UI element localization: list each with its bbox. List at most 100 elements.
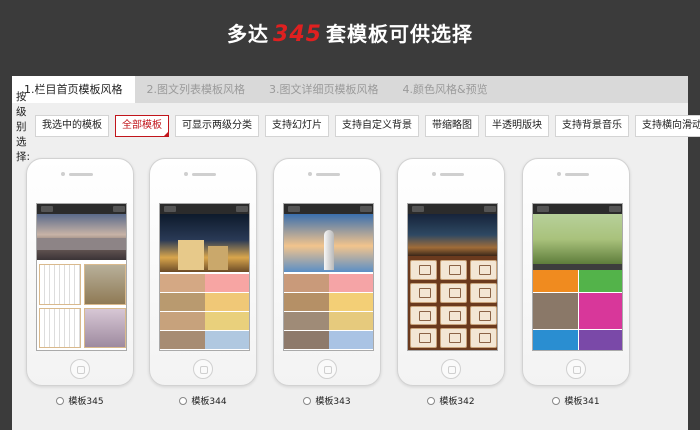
phone-mockup bbox=[273, 158, 381, 386]
filter-custom-bg-button[interactable]: 支持自定义背景 bbox=[335, 115, 420, 137]
preview-tower bbox=[324, 230, 334, 270]
back-icon bbox=[288, 206, 300, 212]
preview-header bbox=[408, 204, 497, 214]
preview-tile-icon bbox=[470, 328, 497, 348]
preview-tile-icon bbox=[440, 260, 467, 280]
preview-floorplan-image bbox=[39, 307, 81, 348]
preview-tile bbox=[533, 270, 578, 292]
home-button-icon bbox=[317, 359, 337, 379]
template-panel: 1.栏目首页模板风格 2.图文列表模板风格 3.图文详细页模板风格 4.颜色风格… bbox=[12, 76, 700, 430]
filter-two-level-button[interactable]: 可显示两级分类 bbox=[175, 115, 260, 137]
preview-row bbox=[284, 293, 373, 311]
preview-row bbox=[284, 274, 373, 292]
camera-icon bbox=[184, 172, 188, 176]
preview-tile bbox=[533, 330, 578, 350]
preview-hero-image bbox=[160, 214, 249, 272]
template-option[interactable]: 模板343 bbox=[273, 394, 381, 407]
preview-hero-image bbox=[408, 214, 497, 256]
filter-label: 按级别选择: bbox=[16, 90, 31, 163]
preview-building bbox=[208, 246, 228, 270]
more-icon bbox=[113, 206, 125, 212]
template-label: 模板345 bbox=[68, 397, 104, 407]
headline-prefix: 多达 bbox=[227, 22, 270, 46]
preview-tile bbox=[579, 270, 622, 292]
filter-my-selected-button[interactable]: 我选中的模板 bbox=[35, 115, 110, 137]
headline: 多达 345 套模板可供选择 bbox=[0, 18, 700, 47]
tab-color[interactable]: 4.颜色风格&预览 bbox=[391, 76, 500, 103]
preview-header bbox=[284, 204, 373, 214]
template-preview bbox=[159, 203, 250, 351]
tab-bar: 1.栏目首页模板风格 2.图文列表模板风格 3.图文详细页模板风格 4.颜色风格… bbox=[12, 76, 688, 103]
back-icon bbox=[537, 206, 549, 212]
more-icon bbox=[236, 206, 248, 212]
filter-all-label: 全部模板 bbox=[122, 120, 163, 131]
camera-icon bbox=[308, 172, 312, 176]
tab-column-home[interactable]: 1.栏目首页模板风格 bbox=[12, 76, 135, 103]
home-button-icon bbox=[566, 359, 586, 379]
template-option[interactable]: 模板344 bbox=[149, 394, 257, 407]
template-label: 模板341 bbox=[564, 397, 600, 407]
preview-tile bbox=[579, 293, 622, 329]
template-preview bbox=[283, 203, 374, 351]
filter-translucent-button[interactable]: 半透明版块 bbox=[485, 115, 550, 137]
radio-icon[interactable] bbox=[56, 396, 65, 405]
more-icon bbox=[360, 206, 372, 212]
phone-mockup bbox=[26, 158, 134, 386]
radio-icon[interactable] bbox=[303, 396, 312, 405]
template-option[interactable]: 模板345 bbox=[26, 394, 134, 407]
filter-slideshow-button[interactable]: 支持幻灯片 bbox=[265, 115, 330, 137]
speaker-icon bbox=[192, 173, 216, 176]
preview-tile-icon bbox=[440, 305, 467, 326]
template-preview bbox=[36, 203, 127, 351]
preview-tile-icon bbox=[410, 282, 437, 303]
preview-row bbox=[160, 312, 249, 330]
camera-icon bbox=[61, 172, 65, 176]
preview-row bbox=[284, 331, 373, 349]
filter-thumbnail-button[interactable]: 带缩略图 bbox=[425, 115, 480, 137]
preview-tiles bbox=[533, 270, 622, 350]
preview-grid bbox=[39, 264, 126, 348]
radio-icon[interactable] bbox=[427, 396, 436, 405]
speaker-icon bbox=[565, 173, 589, 176]
preview-hero-image bbox=[284, 214, 373, 272]
template-label: 模板344 bbox=[191, 397, 227, 407]
preview-room-image bbox=[84, 307, 126, 348]
template-preview bbox=[407, 203, 498, 351]
preview-tile bbox=[533, 293, 578, 329]
template-option[interactable]: 模板341 bbox=[522, 394, 630, 407]
template-label: 模板343 bbox=[315, 397, 351, 407]
camera-icon bbox=[557, 172, 561, 176]
preview-row bbox=[160, 331, 249, 349]
speaker-icon bbox=[316, 173, 340, 176]
home-button-icon bbox=[441, 359, 461, 379]
filter-bg-music-button[interactable]: 支持背景音乐 bbox=[555, 115, 630, 137]
headline-count: 345 bbox=[273, 22, 322, 47]
preview-floorplan-image bbox=[39, 264, 81, 305]
home-button-icon bbox=[70, 359, 90, 379]
speaker-icon bbox=[69, 173, 93, 176]
checkmark-icon: ✓ bbox=[163, 131, 169, 138]
radio-icon[interactable] bbox=[552, 396, 561, 405]
preview-tile-icon bbox=[470, 282, 497, 303]
more-icon bbox=[609, 206, 621, 212]
filter-all-button[interactable]: 全部模板 ✓ bbox=[115, 115, 170, 138]
template-option[interactable]: 模板342 bbox=[397, 394, 505, 407]
filter-horizontal-scroll-button[interactable]: 支持横向滑动 bbox=[635, 115, 700, 137]
home-button-icon bbox=[193, 359, 213, 379]
phone-mockup bbox=[397, 158, 505, 386]
preview-tile-icon bbox=[440, 328, 467, 348]
preview-tile-icon bbox=[410, 305, 437, 326]
tab-detail[interactable]: 3.图文详细页模板风格 bbox=[257, 76, 391, 103]
preview-tile-icon bbox=[410, 328, 437, 348]
tab-list[interactable]: 2.图文列表模板风格 bbox=[135, 76, 258, 103]
back-icon bbox=[41, 206, 53, 212]
headline-suffix: 套模板可供选择 bbox=[325, 22, 473, 46]
radio-icon[interactable] bbox=[179, 396, 188, 405]
preview-header bbox=[533, 204, 622, 214]
preview-tile bbox=[579, 330, 622, 350]
filter-bar: 按级别选择: 我选中的模板 全部模板 ✓ 可显示两级分类 支持幻灯片 支持自定义… bbox=[12, 91, 700, 163]
more-icon bbox=[484, 206, 496, 212]
template-grid: 模板345 模板344 模板343 模板342 模板341 bbox=[12, 158, 688, 428]
preview-tile-icon bbox=[440, 282, 467, 303]
phone-mockup bbox=[522, 158, 630, 386]
